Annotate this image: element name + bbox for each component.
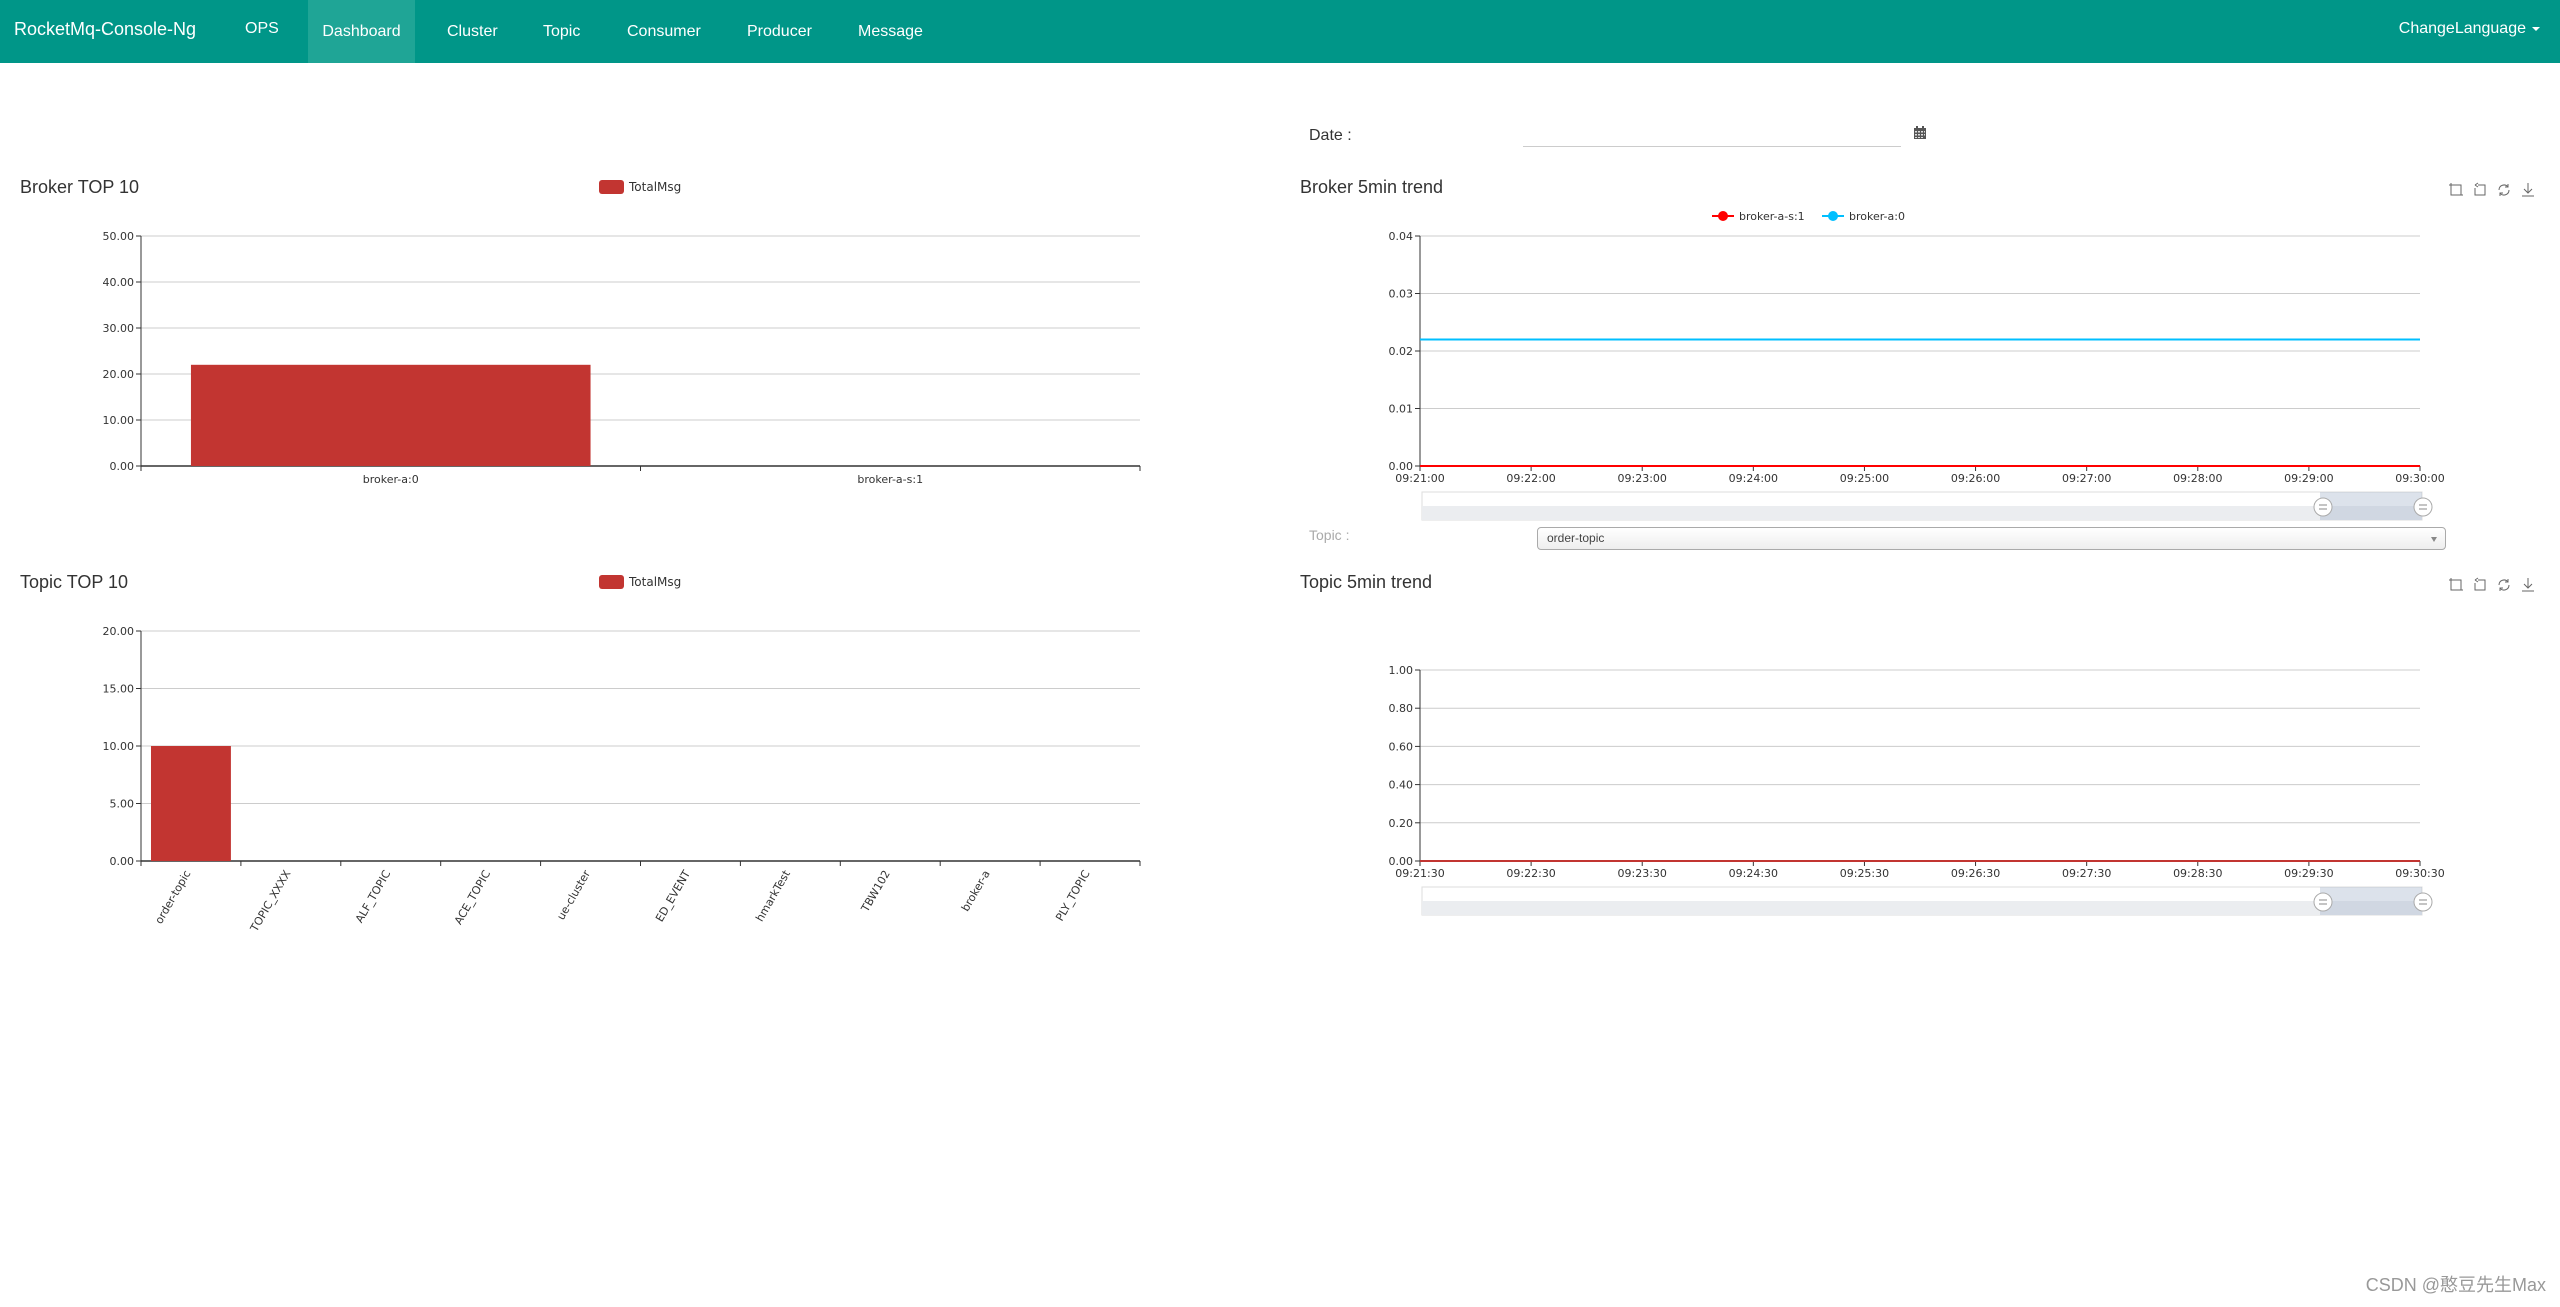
x-tick-label: ACE_TOPIC <box>452 868 494 927</box>
legend-dot[interactable] <box>1828 211 1838 221</box>
x-tick-label: 09:30:30 <box>2395 867 2444 880</box>
legend-label[interactable]: broker-a:0 <box>1849 210 1905 223</box>
y-tick-label: 20.00 <box>103 625 135 638</box>
y-tick-label: 0.03 <box>1389 288 1414 301</box>
bar[interactable] <box>190 364 591 466</box>
x-tick-label: 09:21:30 <box>1395 867 1444 880</box>
x-tick-label: 09:26:00 <box>1951 472 2000 485</box>
x-tick-label: 09:30:00 <box>2395 472 2444 485</box>
y-tick-label: 5.00 <box>110 798 135 811</box>
y-tick-label: 0.02 <box>1389 345 1414 358</box>
y-tick-label: 0.00 <box>110 855 135 868</box>
y-tick-label: 0.04 <box>1389 230 1414 243</box>
x-tick-label: 09:25:30 <box>1840 867 1889 880</box>
x-tick-label: 09:29:30 <box>2284 867 2333 880</box>
x-tick-label: 09:26:30 <box>1951 867 2000 880</box>
y-tick-label: 50.00 <box>103 230 135 243</box>
datazoom-handle-end[interactable] <box>2413 892 2433 912</box>
x-tick-label: 09:23:30 <box>1618 867 1667 880</box>
watermark: CSDN @憨豆先生Max <box>2365 1275 2546 1295</box>
x-tick-label: broker-a <box>959 868 993 914</box>
datazoom-handle-start[interactable] <box>2313 892 2333 912</box>
y-tick-label: 0.01 <box>1389 403 1414 416</box>
x-tick-label: hmarkTest <box>753 867 793 923</box>
x-tick-label: 09:24:30 <box>1729 867 1778 880</box>
datazoom-handle-start[interactable] <box>2313 497 2333 517</box>
x-tick-label: 09:22:30 <box>1506 867 1555 880</box>
x-tick-label: 09:25:00 <box>1840 472 1889 485</box>
y-tick-label: 0.80 <box>1389 702 1414 715</box>
x-tick-label: broker-a-s:1 <box>857 473 923 486</box>
datazoom-selection[interactable] <box>2320 492 2422 520</box>
y-tick-label: 30.00 <box>103 322 135 335</box>
y-tick-label: 40.00 <box>103 276 135 289</box>
x-tick-label: ALF_TOPIC <box>353 868 394 925</box>
x-tick-label: 09:28:00 <box>2173 472 2222 485</box>
x-tick-label: 09:24:00 <box>1729 472 1778 485</box>
datazoom-data-shadow <box>1422 901 2422 915</box>
y-tick-label: 0.40 <box>1389 779 1414 792</box>
x-tick-label: PLY_TOPIC <box>1053 868 1093 924</box>
x-tick-label: 09:29:00 <box>2284 472 2333 485</box>
charts-canvas: 0.00 10.00 20.00 30.00 40.00 50.00 broker-a:0 b… <box>103 210 2445 935</box>
x-tick-label: 09:23:00 <box>1618 472 1667 485</box>
y-tick-label: 15.00 <box>103 683 135 696</box>
datazoom-handle-end[interactable] <box>2413 497 2433 517</box>
y-tick-label: 0.60 <box>1389 740 1414 753</box>
x-tick-label: 09:22:00 <box>1506 472 1555 485</box>
x-tick-label: TOPIC_XXXX <box>247 868 293 935</box>
legend-label[interactable]: broker-a-s:1 <box>1739 210 1805 223</box>
x-tick-label: broker-a:0 <box>363 473 419 486</box>
datazoom-data-shadow <box>1422 506 2422 520</box>
x-tick-label: 09:27:00 <box>2062 472 2111 485</box>
x-tick-label: 09:27:30 <box>2062 867 2111 880</box>
x-tick-label: TBW102 <box>858 868 893 915</box>
x-tick-label: order-topic <box>152 868 193 926</box>
y-tick-label: 0.00 <box>110 460 135 473</box>
x-tick-label: 09:21:00 <box>1395 472 1444 485</box>
datazoom-selection[interactable] <box>2320 887 2422 915</box>
y-tick-label: 20.00 <box>103 368 135 381</box>
y-tick-label: 0.20 <box>1389 817 1414 830</box>
y-tick-label: 10.00 <box>103 414 135 427</box>
y-tick-label: 1.00 <box>1389 664 1414 677</box>
legend-dot[interactable] <box>1718 211 1728 221</box>
y-tick-label: 10.00 <box>103 740 135 753</box>
x-tick-label: ED_EVENT <box>653 868 693 924</box>
x-tick-label: 09:28:30 <box>2173 867 2222 880</box>
x-tick-label: ue-cluster <box>554 868 593 923</box>
bar[interactable] <box>150 746 231 861</box>
